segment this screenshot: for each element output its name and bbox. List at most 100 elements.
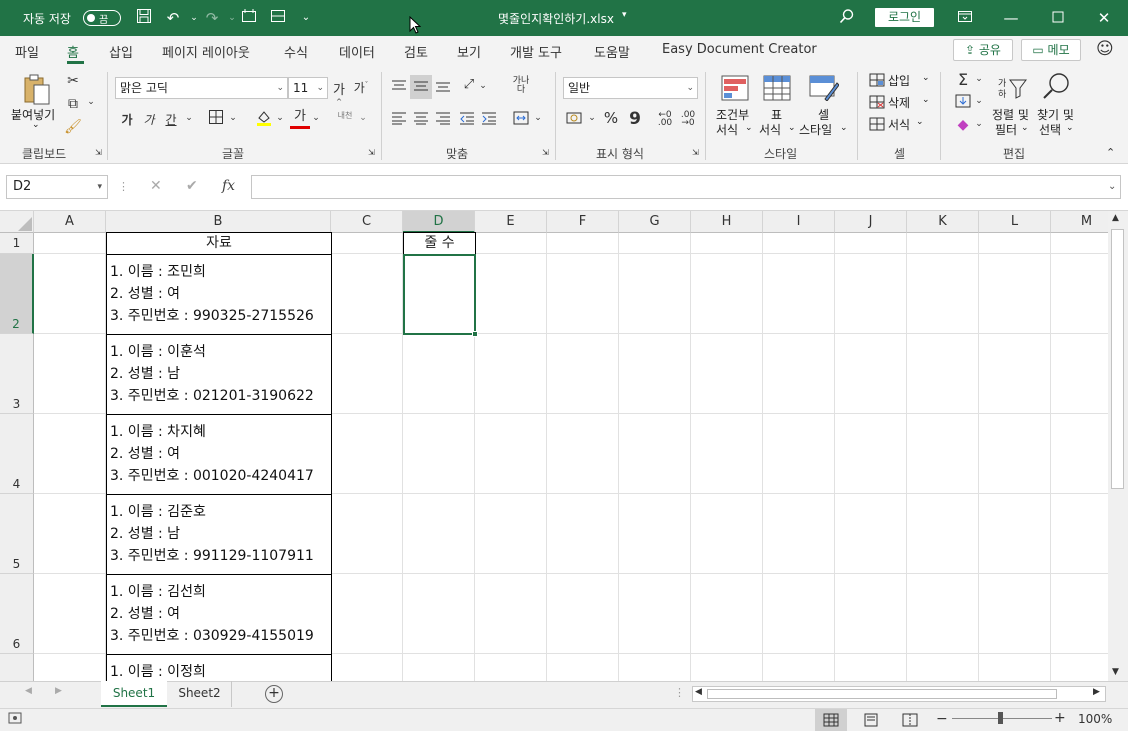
cell-styles-dropdown-icon[interactable]: ⌄ — [840, 123, 848, 133]
row-header-1[interactable]: 1 — [0, 233, 34, 254]
cell-d1[interactable]: 줄 수 — [403, 232, 476, 255]
cell-b7[interactable]: 1. 이름 : 이정희 — [106, 654, 332, 681]
accounting-dropdown-icon[interactable]: ⌄ — [588, 113, 596, 123]
number-format-select[interactable]: 일반 ⌄ — [563, 77, 698, 99]
tab-insert[interactable]: 삽입 — [109, 42, 133, 61]
tab-home[interactable]: 홈 — [67, 42, 79, 61]
fill-handle[interactable] — [472, 331, 478, 337]
conditional-formatting-label2[interactable]: 서식 — [716, 121, 738, 138]
next-sheet-icon[interactable]: ▶ — [55, 686, 62, 696]
vertical-scrollbar[interactable]: ▲ ▼ — [1108, 211, 1128, 681]
formula-input[interactable] — [251, 175, 1121, 199]
tab-page-layout[interactable]: 페이지 레이아웃 — [162, 42, 250, 61]
font-name-select[interactable]: 맑은 고딕 ⌄ — [115, 77, 288, 99]
delete-cells-dropdown-icon[interactable]: ⌄ — [922, 95, 930, 105]
cell-b4[interactable]: 1. 이름 : 차지혜 2. 성별 : 여 3. 주민번호 : 001020-4… — [106, 414, 332, 495]
layout-icon[interactable] — [268, 8, 288, 28]
sort-filter-dropdown-icon[interactable]: ⌄ — [1021, 123, 1029, 133]
align-right-icon[interactable] — [434, 111, 452, 129]
format-cells-dropdown-icon[interactable]: ⌄ — [916, 117, 924, 127]
share-button[interactable]: ⇪ 공유 — [953, 39, 1013, 61]
autosum-dropdown-icon[interactable]: ⌄ — [975, 74, 983, 84]
cancel-entry-icon[interactable]: ✕ — [150, 178, 162, 194]
page-layout-view-icon[interactable] — [863, 713, 879, 731]
column-header-c[interactable]: C — [331, 211, 403, 233]
column-header-m[interactable]: M — [1051, 211, 1108, 233]
collapse-ribbon-icon[interactable]: ⌃ — [1106, 146, 1115, 159]
tab-split-grip-icon[interactable]: ⋮ — [674, 686, 685, 699]
save-icon[interactable] — [134, 8, 154, 28]
accounting-format-icon[interactable] — [565, 111, 585, 129]
horizontal-scrollbar[interactable]: ◀ ▶ — [692, 686, 1106, 702]
tab-review[interactable]: 검토 — [404, 42, 428, 61]
redo-icon[interactable]: ↷ — [202, 8, 222, 28]
cell-b1[interactable]: 자료 — [106, 232, 332, 255]
search-icon[interactable] — [837, 8, 857, 28]
format-as-table-dropdown-icon[interactable]: ⌄ — [788, 123, 796, 133]
tab-formulas[interactable]: 수식 — [284, 42, 308, 61]
active-cell-d2[interactable] — [403, 254, 476, 335]
scroll-up-icon[interactable]: ▲ — [1112, 213, 1119, 223]
row-header-6[interactable]: 6 — [0, 574, 34, 654]
undo-icon[interactable]: ↶ — [163, 8, 183, 28]
row-header-4[interactable]: 4 — [0, 414, 34, 494]
undo-dropdown-icon[interactable]: ⌄ — [184, 8, 204, 28]
column-header-a[interactable]: A — [34, 211, 106, 233]
column-header-l[interactable]: L — [979, 211, 1051, 233]
copy-icon[interactable]: ⧉ — [64, 96, 82, 112]
paste-dropdown-icon[interactable]: ⌄ — [32, 120, 40, 130]
cell-b2[interactable]: 1. 이름 : 조민희 2. 성별 : 여 3. 주민번호 : 990325-2… — [106, 254, 332, 335]
tab-developer[interactable]: 개발 도구 — [510, 42, 562, 61]
format-as-table-label2[interactable]: 서식 — [759, 121, 781, 138]
merge-center-icon[interactable] — [512, 111, 530, 129]
horizontal-scroll-thumb[interactable] — [707, 689, 1057, 699]
conditional-formatting-icon[interactable] — [720, 75, 750, 105]
ribbon-display-icon[interactable] — [955, 8, 975, 28]
phonetic-guide-icon[interactable]: 내천 — [335, 110, 355, 121]
row-header-3[interactable]: 3 — [0, 334, 34, 414]
row-header-5[interactable]: 5 — [0, 494, 34, 574]
top-align-icon[interactable] — [390, 79, 408, 97]
login-button[interactable]: 로그인 — [875, 8, 934, 27]
font-launcher-icon[interactable]: ⇲ — [368, 148, 375, 157]
macro-record-icon[interactable] — [8, 712, 22, 728]
column-header-j[interactable]: J — [835, 211, 907, 233]
select-all-corner[interactable] — [0, 211, 34, 233]
phonetic-dropdown-icon[interactable]: ⌄ — [359, 113, 367, 123]
percent-icon[interactable]: % — [602, 109, 620, 127]
font-color-icon[interactable]: 가 — [290, 109, 310, 129]
merge-dropdown-icon[interactable]: ⌄ — [534, 113, 542, 123]
clear-dropdown-icon[interactable]: ⌄ — [975, 119, 983, 129]
column-header-b[interactable]: B — [106, 211, 331, 233]
fill-dropdown-icon[interactable]: ⌄ — [975, 96, 983, 106]
column-header-i[interactable]: I — [763, 211, 835, 233]
bottom-align-icon[interactable] — [434, 79, 452, 97]
cut-icon[interactable]: ✂ — [64, 73, 82, 89]
orientation-dropdown-icon[interactable]: ⌄ — [479, 81, 487, 91]
zoom-level[interactable]: 100% — [1078, 712, 1112, 726]
clear-icon[interactable]: ◆ — [955, 117, 971, 133]
decrease-font-icon[interactable]: 가ˇ — [353, 79, 369, 96]
column-header-h[interactable]: H — [691, 211, 763, 233]
insert-function-icon[interactable]: fx — [222, 178, 235, 194]
vertical-scroll-thumb[interactable] — [1111, 229, 1124, 489]
fill-color-dropdown-icon[interactable]: ⌄ — [276, 113, 284, 123]
column-header-d[interactable]: D — [403, 211, 475, 233]
insert-cells-label[interactable]: 삽입 — [888, 72, 910, 89]
tab-easy-document-creator[interactable]: Easy Document Creator — [662, 42, 817, 57]
column-header-f[interactable]: F — [547, 211, 619, 233]
borders-icon[interactable] — [206, 109, 226, 129]
confirm-entry-icon[interactable]: ✔ — [186, 178, 198, 194]
align-launcher-icon[interactable]: ⇲ — [542, 148, 549, 157]
sort-filter-icon[interactable]: 가하 — [996, 74, 1028, 104]
insert-cells-icon[interactable] — [869, 73, 885, 91]
increase-indent-icon[interactable] — [480, 111, 498, 129]
underline-dropdown-icon[interactable]: ⌄ — [185, 113, 193, 123]
name-box[interactable]: D2 ▾ — [6, 175, 108, 199]
expand-formula-icon[interactable]: ⌄ — [1108, 181, 1116, 192]
column-header-e[interactable]: E — [475, 211, 547, 233]
page-break-view-icon[interactable] — [902, 713, 918, 731]
delete-cells-label[interactable]: 삭제 — [888, 94, 910, 111]
autosave-toggle[interactable]: 끔 — [83, 10, 121, 26]
align-center-icon[interactable] — [412, 111, 430, 129]
